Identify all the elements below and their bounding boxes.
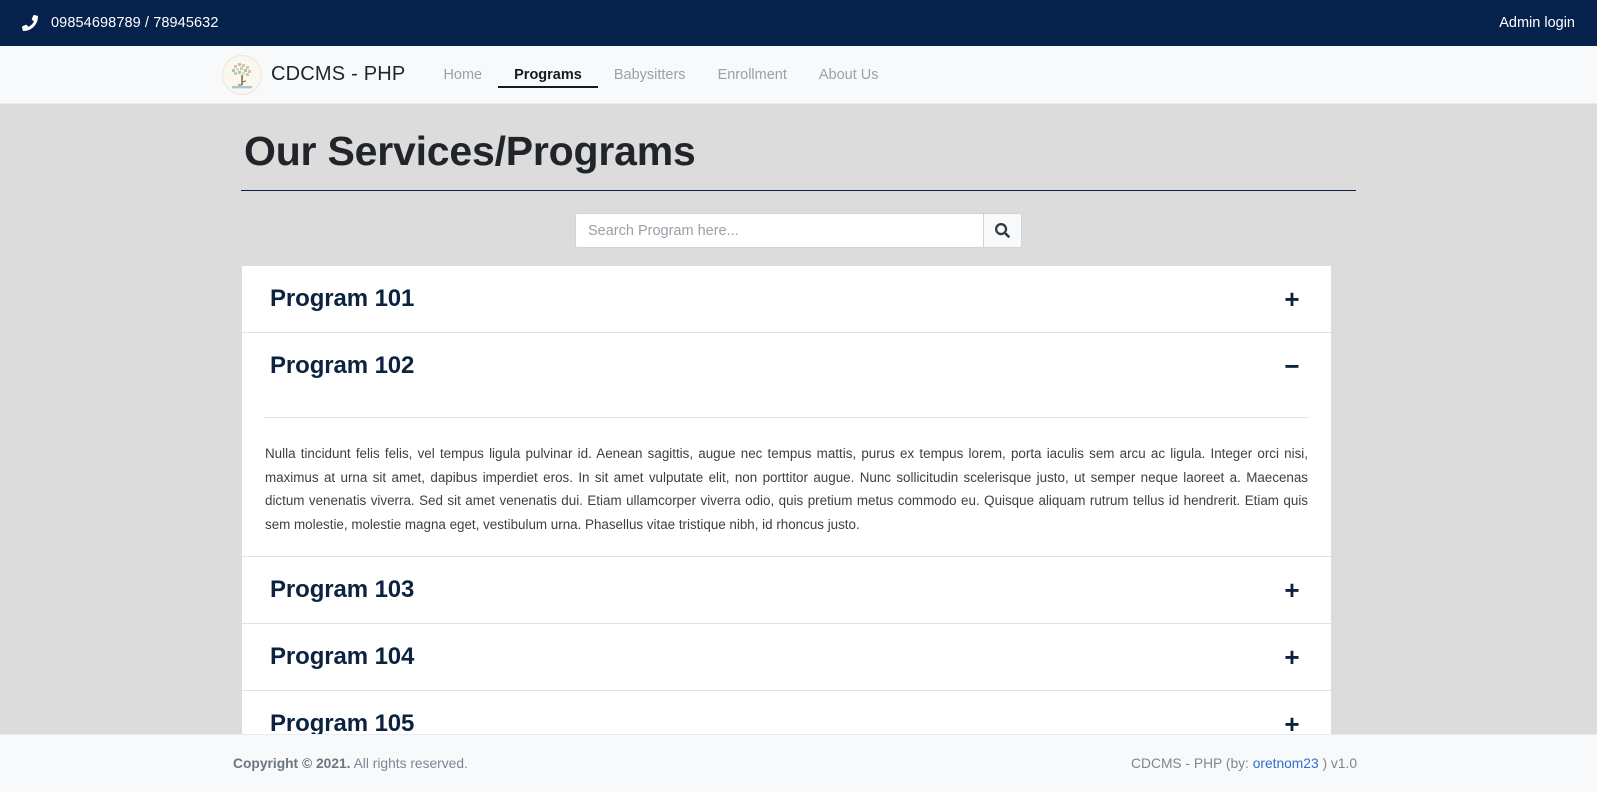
accordion-item: Program 104 + — [242, 624, 1331, 691]
nav-links: Home Programs Babysitters Enrollment Abo… — [427, 61, 894, 89]
accordion-header-program-103[interactable]: Program 103 + — [242, 557, 1331, 623]
plus-icon[interactable]: + — [1281, 577, 1303, 603]
search-group — [575, 213, 1022, 248]
app-credit-prefix: CDCMS - PHP (by: — [1131, 756, 1253, 771]
accordion-header-program-102[interactable]: Program 102 − — [242, 333, 1331, 399]
minus-icon[interactable]: − — [1281, 353, 1303, 379]
brand-link[interactable]: CDCMS - PHP — [222, 54, 406, 95]
main-navbar: CDCMS - PHP Home Programs Babysitters En… — [0, 46, 1597, 104]
app-credit: CDCMS - PHP (by: oretnom23 ) v1.0 — [1131, 756, 1357, 771]
accordion-header-program-101[interactable]: Program 101 + — [242, 266, 1331, 332]
contact-info: 09854698789 / 78945632 — [22, 15, 219, 31]
author-link[interactable]: oretnom23 — [1253, 756, 1319, 771]
page-footer: Copyright © 2021. All rights reserved. C… — [0, 734, 1597, 792]
accordion-title: Program 101 — [270, 285, 415, 312]
plus-icon[interactable]: + — [1281, 644, 1303, 670]
accordion-title: Program 103 — [270, 576, 415, 603]
nav-item-programs[interactable]: Programs — [498, 61, 598, 88]
search-input[interactable] — [576, 214, 983, 247]
programs-accordion: Program 101 + Program 102 − Nulla tincid… — [242, 266, 1331, 757]
accordion-header-program-104[interactable]: Program 104 + — [242, 624, 1331, 690]
copyright-rest: All rights reserved. — [350, 756, 468, 771]
nav-item-about-us[interactable]: About Us — [803, 61, 895, 89]
accordion-item: Program 102 − Nulla tincidunt felis feli… — [242, 333, 1331, 557]
accordion-item: Program 101 + — [242, 266, 1331, 333]
search-area — [241, 213, 1356, 248]
app-credit-suffix: ) v1.0 — [1318, 756, 1357, 771]
accordion-title: Program 104 — [270, 643, 415, 670]
phone-number: 09854698789 / 78945632 — [51, 15, 219, 31]
accordion-description: Nulla tincidunt felis felis, vel tempus … — [265, 446, 1308, 532]
admin-login-link[interactable]: Admin login — [1499, 15, 1575, 31]
accordion-body-program-102: Nulla tincidunt felis felis, vel tempus … — [242, 417, 1331, 556]
accordion-body-divider — [264, 417, 1309, 418]
page-content: Our Services/Programs Program 101 + Prog — [241, 104, 1356, 757]
brand-title: CDCMS - PHP — [271, 63, 406, 85]
nav-item-enrollment[interactable]: Enrollment — [702, 61, 803, 89]
nav-item-babysitters[interactable]: Babysitters — [598, 61, 702, 89]
accordion-item: Program 103 + — [242, 557, 1331, 624]
tree-logo-icon — [222, 54, 262, 95]
search-icon — [995, 223, 1010, 238]
page-title: Our Services/Programs — [244, 128, 696, 174]
phone-icon — [22, 15, 38, 31]
plus-icon[interactable]: + — [1281, 286, 1303, 312]
copyright-strong: Copyright © 2021. — [233, 756, 351, 771]
top-bar: 09854698789 / 78945632 Admin login — [0, 0, 1597, 46]
search-button[interactable] — [983, 214, 1021, 247]
title-divider — [241, 190, 1356, 191]
copyright-text: Copyright © 2021. All rights reserved. — [233, 756, 468, 771]
nav-item-home[interactable]: Home — [427, 61, 498, 89]
accordion-title: Program 102 — [270, 352, 415, 379]
